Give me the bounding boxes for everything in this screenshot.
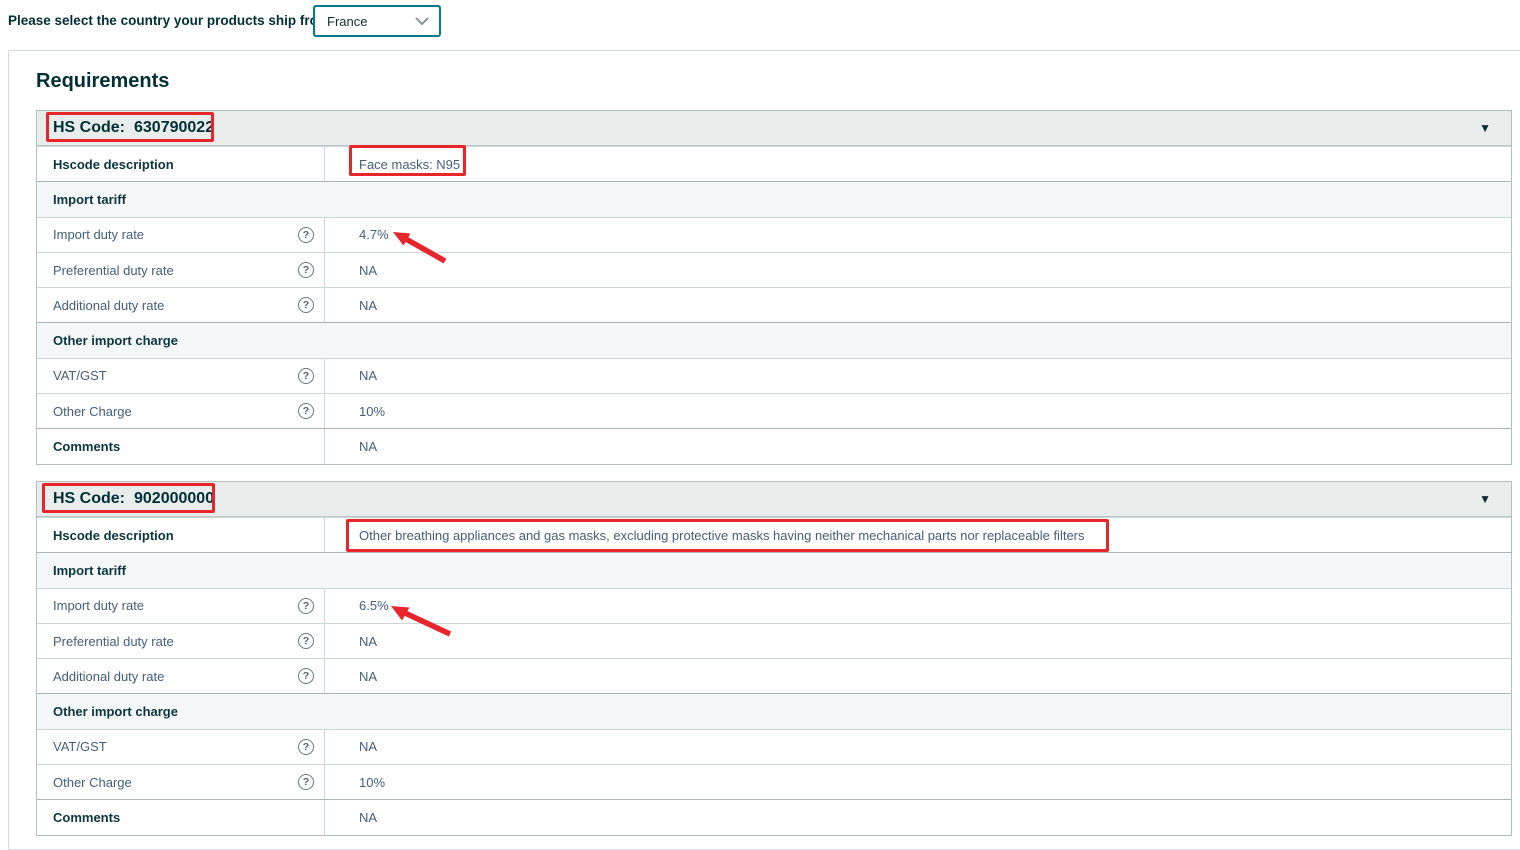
- row-label: VAT/GST: [53, 368, 107, 383]
- table-row: VAT/GST? NA: [37, 358, 1511, 393]
- table-row: Preferential duty rate? NA: [37, 623, 1511, 658]
- table-row: Comments NA: [37, 428, 1511, 463]
- row-value: 6.5%: [325, 589, 1511, 623]
- row-label: Additional duty rate: [53, 669, 164, 684]
- row-value: NA: [325, 359, 1511, 393]
- row-value: 10%: [325, 394, 1511, 428]
- row-value: 10%: [325, 765, 1511, 799]
- row-value: NA: [325, 800, 1511, 834]
- table-row: Other Charge? 10%: [37, 764, 1511, 799]
- hs-section-902000000: HS Code: 902000000 ▼ Hscode description O…: [36, 481, 1512, 836]
- ship-from-label: Please select the country your products …: [8, 13, 330, 28]
- row-value: Face masks: N95: [325, 147, 1511, 181]
- hs-code-label: HS Code:: [53, 119, 125, 136]
- row-value: NA: [325, 253, 1511, 287]
- help-icon[interactable]: ?: [298, 633, 314, 649]
- table-row: Comments NA: [37, 799, 1511, 834]
- help-icon[interactable]: ?: [298, 668, 314, 684]
- hs-code-title: HS Code: 630790022: [53, 119, 214, 137]
- row-label: Comments: [37, 800, 325, 834]
- hs-code-label: HS Code:: [53, 490, 125, 507]
- hs-code-value: 630790022: [134, 119, 214, 136]
- row-value: NA: [325, 429, 1511, 463]
- help-icon[interactable]: ?: [298, 227, 314, 243]
- table-subheader-row: Other import charge: [37, 693, 1511, 728]
- row-value: NA: [325, 730, 1511, 764]
- chevron-down-icon: [415, 17, 429, 26]
- row-label: Import duty rate: [53, 227, 144, 242]
- table-subheader-row: Other import charge: [37, 322, 1511, 357]
- help-icon[interactable]: ?: [298, 262, 314, 278]
- row-label: Hscode description: [37, 518, 325, 552]
- row-label: Other Charge: [53, 775, 132, 790]
- table-row: Hscode description Face masks: N95: [37, 146, 1511, 181]
- row-label: Hscode description: [37, 147, 325, 181]
- subheader-label: Other import charge: [37, 323, 1511, 357]
- row-label: Comments: [37, 429, 325, 463]
- help-icon[interactable]: ?: [298, 598, 314, 614]
- table-row: VAT/GST? NA: [37, 729, 1511, 764]
- country-select-value: France: [327, 14, 367, 29]
- subheader-label: Import tariff: [37, 553, 1511, 587]
- table-row: Import duty rate? 6.5%: [37, 588, 1511, 623]
- row-value: NA: [325, 624, 1511, 658]
- collapse-icon[interactable]: ▼: [1479, 122, 1491, 134]
- hs-code-title: HS Code: 902000000: [53, 490, 214, 508]
- table-row: Preferential duty rate? NA: [37, 252, 1511, 287]
- row-value: 4.7%: [325, 218, 1511, 252]
- hs-section-630790022: HS Code: 630790022 ▼ Hscode description F…: [36, 110, 1512, 465]
- row-label: Additional duty rate: [53, 298, 164, 313]
- table-subheader-row: Import tariff: [37, 181, 1511, 216]
- table-row: Import duty rate? 4.7%: [37, 217, 1511, 252]
- country-select[interactable]: France: [313, 5, 441, 37]
- help-icon[interactable]: ?: [298, 297, 314, 313]
- help-icon[interactable]: ?: [298, 774, 314, 790]
- table-subheader-row: Import tariff: [37, 552, 1511, 587]
- table-row: Hscode description Other breathing appli…: [37, 517, 1511, 552]
- row-label: Other Charge: [53, 404, 132, 419]
- row-label: Preferential duty rate: [53, 634, 174, 649]
- subheader-label: Import tariff: [37, 182, 1511, 216]
- row-value: NA: [325, 659, 1511, 693]
- table-row: Other Charge? 10%: [37, 393, 1511, 428]
- row-label: Import duty rate: [53, 598, 144, 613]
- row-value: NA: [325, 288, 1511, 322]
- hs-code-header[interactable]: HS Code: 902000000 ▼: [37, 482, 1511, 517]
- subheader-label: Other import charge: [37, 694, 1511, 728]
- row-value: Other breathing appliances and gas masks…: [325, 518, 1511, 552]
- row-label: Preferential duty rate: [53, 263, 174, 278]
- help-icon[interactable]: ?: [298, 739, 314, 755]
- row-label: VAT/GST: [53, 739, 107, 754]
- collapse-icon[interactable]: ▼: [1479, 493, 1491, 505]
- table-row: Additional duty rate? NA: [37, 287, 1511, 322]
- help-icon[interactable]: ?: [298, 403, 314, 419]
- hs-code-header[interactable]: HS Code: 630790022 ▼: [37, 111, 1511, 146]
- page-title: Requirements: [36, 70, 169, 93]
- help-icon[interactable]: ?: [298, 368, 314, 384]
- table-row: Additional duty rate? NA: [37, 658, 1511, 693]
- hs-code-value: 902000000: [134, 490, 214, 507]
